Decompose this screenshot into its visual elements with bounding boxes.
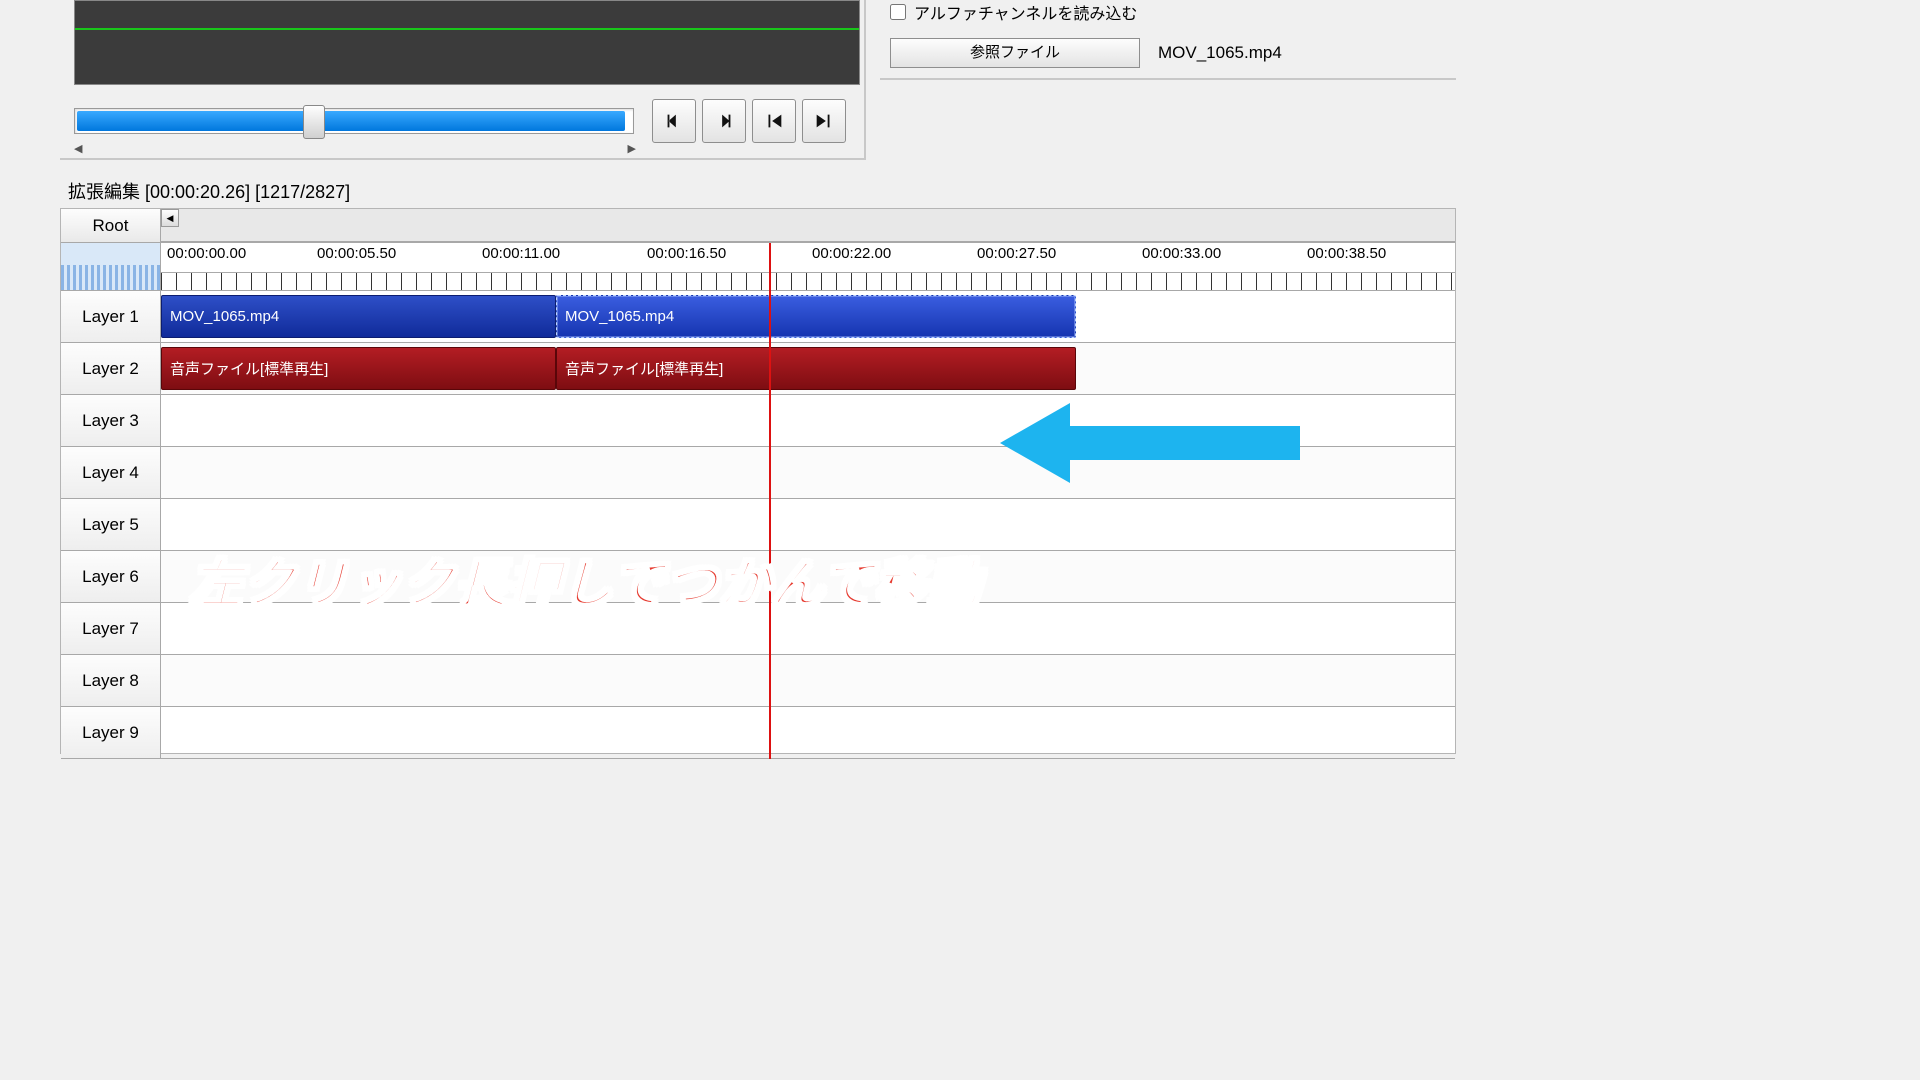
layer-header[interactable]: Layer 5 — [61, 499, 161, 550]
layer-row: Layer 4 — [61, 447, 1455, 499]
layer-track[interactable]: 音声ファイル[標準再生]音声ファイル[標準再生] — [161, 343, 1455, 394]
goto-start-icon — [763, 110, 785, 132]
ruler-label: 00:00:11.00 — [482, 245, 560, 262]
ruler-ticks — [161, 272, 1455, 290]
goto-end-icon — [813, 110, 835, 132]
layer-header[interactable]: Layer 4 — [61, 447, 161, 498]
seek-fill-left — [77, 111, 305, 131]
audio-clip[interactable]: 音声ファイル[標準再生] — [556, 347, 1076, 390]
layer-track[interactable] — [161, 707, 1455, 758]
seek-slider[interactable] — [74, 108, 634, 134]
layer-header[interactable]: Layer 3 — [61, 395, 161, 446]
alpha-channel-label: アルファチャンネルを読み込む — [914, 0, 1137, 24]
layer-track[interactable] — [161, 447, 1455, 498]
layer-row: Layer 8 — [61, 655, 1455, 707]
preview-waveform-line — [75, 28, 859, 30]
ruler-label: 00:00:22.00 — [812, 245, 891, 262]
timeline-window-title: 拡張編集 [00:00:20.26] [1217/2827] — [68, 178, 350, 204]
ruler-zoom-indicator[interactable] — [61, 243, 161, 290]
ruler-label: 00:00:00.00 — [167, 245, 246, 262]
clip-properties-panel: アルファチャンネルを読み込む 参照ファイル MOV_1065.mp4 — [880, 0, 1456, 80]
ruler-label: 00:00:33.00 — [1142, 245, 1221, 262]
layer-header[interactable]: Layer 8 — [61, 655, 161, 706]
ruler-label: 00:00:16.50 — [647, 245, 726, 262]
layer-row: Layer 7 — [61, 603, 1455, 655]
ruler-label: 00:00:27.50 — [977, 245, 1056, 262]
layer-header[interactable]: Layer 2 — [61, 343, 161, 394]
layer-track[interactable] — [161, 655, 1455, 706]
timeline: Root 00:00:00.0000:00:05.5000:00:11.0000… — [60, 208, 1456, 754]
layer-track[interactable] — [161, 395, 1455, 446]
layer-header[interactable]: Layer 9 — [61, 707, 161, 758]
ruler-label: 00:00:38.50 — [1307, 245, 1386, 262]
layer-header[interactable]: Layer 1 — [61, 291, 161, 342]
alpha-channel-row[interactable]: アルファチャンネルを読み込む — [890, 0, 1446, 24]
reference-file-button[interactable]: 参照ファイル — [890, 38, 1140, 68]
layer-row: Layer 5 — [61, 499, 1455, 551]
layer-track[interactable] — [161, 551, 1455, 602]
step-forward-button[interactable] — [702, 99, 746, 143]
video-clip-selected[interactable]: MOV_1065.mp4 — [556, 295, 1076, 338]
layer-header[interactable]: Layer 7 — [61, 603, 161, 654]
seek-fill-right — [323, 111, 625, 131]
step-back-icon — [663, 110, 685, 132]
timeline-hscroll[interactable] — [161, 209, 1455, 242]
time-ruler[interactable]: 00:00:00.00 00:00:05.50 00:00:11.00 00:00:1… — [161, 243, 1455, 290]
layer-row: Layer 2音声ファイル[標準再生]音声ファイル[標準再生] — [61, 343, 1455, 395]
video-clip[interactable]: MOV_1065.mp4 — [161, 295, 556, 338]
preview-panel: ◀▶ — [60, 0, 866, 160]
goto-end-button[interactable] — [802, 99, 846, 143]
goto-start-button[interactable] — [752, 99, 796, 143]
hscroll-left-arrow[interactable] — [161, 209, 179, 227]
preview-canvas[interactable] — [74, 0, 860, 85]
layer-row: Layer 1MOV_1065.mp4MOV_1065.mp4 — [61, 291, 1455, 343]
ruler-label: 00:00:05.50 — [317, 245, 396, 262]
step-back-button[interactable] — [652, 99, 696, 143]
layer-row: Layer 3 — [61, 395, 1455, 447]
root-button[interactable]: Root — [61, 209, 161, 242]
layer-row: Layer 6 — [61, 551, 1455, 603]
seek-scroll-hint: ◀▶ — [74, 142, 636, 154]
seek-thumb[interactable] — [303, 105, 325, 139]
reference-file-name: MOV_1065.mp4 — [1158, 43, 1282, 63]
alpha-channel-checkbox[interactable] — [890, 4, 906, 20]
layer-header[interactable]: Layer 6 — [61, 551, 161, 602]
step-forward-icon — [713, 110, 735, 132]
audio-clip[interactable]: 音声ファイル[標準再生] — [161, 347, 556, 390]
layer-track[interactable] — [161, 603, 1455, 654]
zoom-bars-icon — [61, 265, 160, 290]
layer-track[interactable] — [161, 499, 1455, 550]
layer-row: Layer 9 — [61, 707, 1455, 759]
layer-track[interactable]: MOV_1065.mp4MOV_1065.mp4 — [161, 291, 1455, 342]
